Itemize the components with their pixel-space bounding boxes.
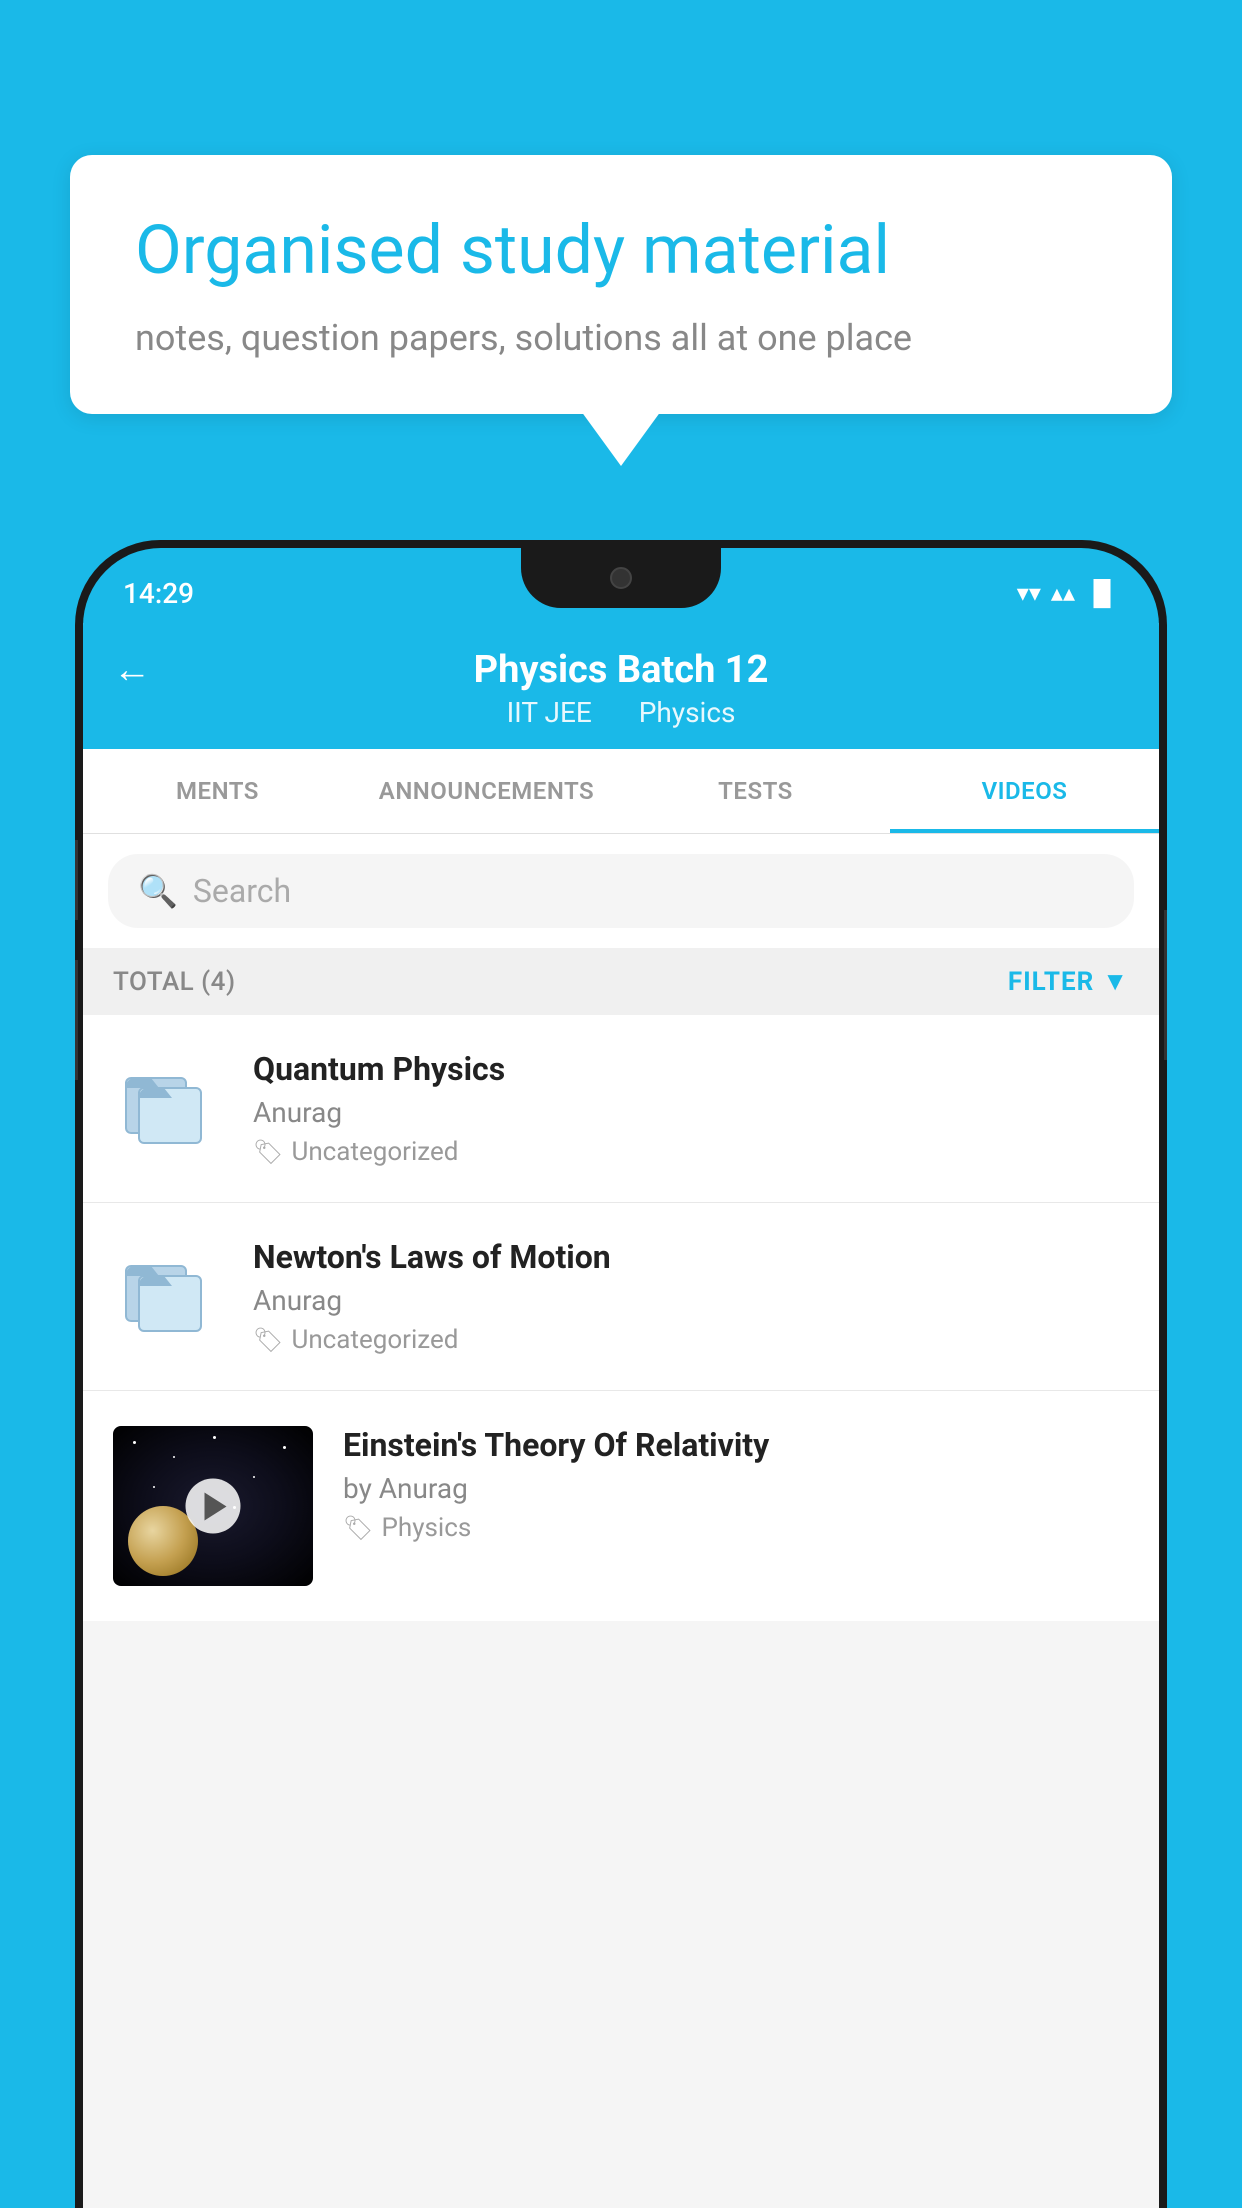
filter-icon: ▼ <box>1102 966 1129 997</box>
tab-videos[interactable]: VIDEOS <box>890 749 1159 833</box>
tag-icon: 🏷 <box>343 1514 373 1542</box>
speech-bubble: Organised study material notes, question… <box>70 155 1172 414</box>
item-author: by Anurag <box>343 1472 1129 1505</box>
list-item[interactable]: Newton's Laws of Motion Anurag 🏷 Uncateg… <box>83 1203 1159 1391</box>
header-subtitle: IIT JEE Physics <box>497 696 746 729</box>
search-icon: 🔍 <box>138 872 178 910</box>
filter-row: TOTAL (4) FILTER ▼ <box>83 948 1159 1015</box>
item-title: Einstein's Theory Of Relativity <box>343 1426 1129 1464</box>
header-title: Physics Batch 12 <box>474 648 769 692</box>
tag-icon: 🏷 <box>253 1138 283 1166</box>
volume-btn-2 <box>75 960 78 1080</box>
speech-bubble-subtitle: notes, question papers, solutions all at… <box>135 317 1107 359</box>
item-info-3: Einstein's Theory Of Relativity by Anura… <box>343 1426 1129 1543</box>
total-count-label: TOTAL (4) <box>113 967 236 997</box>
item-thumbnail-2 <box>113 1238 223 1348</box>
power-btn <box>1164 910 1167 1060</box>
list-item[interactable]: Einstein's Theory Of Relativity by Anura… <box>83 1391 1159 1621</box>
list-item[interactable]: Quantum Physics Anurag 🏷 Uncategorized <box>83 1015 1159 1203</box>
search-placeholder: Search <box>193 872 291 910</box>
item-tag: 🏷 Uncategorized <box>253 1137 1129 1167</box>
item-title: Newton's Laws of Motion <box>253 1238 1129 1276</box>
phone-frame: 14:29 ▾▾ ▴▴ ▐▌ ← Physics Batch 12 IIT JE… <box>75 540 1167 2208</box>
signal-icon: ▴▴ <box>1051 579 1075 607</box>
speech-bubble-container: Organised study material notes, question… <box>70 155 1172 414</box>
item-tag: 🏷 Uncategorized <box>253 1325 1129 1355</box>
filter-button[interactable]: FILTER ▼ <box>1008 966 1129 997</box>
item-info-2: Newton's Laws of Motion Anurag 🏷 Uncateg… <box>253 1238 1129 1355</box>
item-thumbnail-1 <box>113 1050 223 1160</box>
item-author: Anurag <box>253 1284 1129 1317</box>
header-subtitle-iit: IIT JEE <box>507 696 592 729</box>
item-author: Anurag <box>253 1096 1129 1129</box>
tab-announcements[interactable]: ANNOUNCEMENTS <box>352 749 621 833</box>
wifi-icon: ▾▾ <box>1017 579 1041 607</box>
search-bar[interactable]: 🔍 Search <box>108 854 1134 928</box>
screen-content: ← Physics Batch 12 IIT JEE Physics MENTS… <box>83 623 1159 2208</box>
header-subtitle-physics: Physics <box>639 696 736 729</box>
item-thumbnail-3 <box>113 1426 313 1586</box>
tag-icon: 🏷 <box>253 1326 283 1354</box>
tab-ments[interactable]: MENTS <box>83 749 352 833</box>
front-camera <box>610 567 632 589</box>
tab-tests[interactable]: TESTS <box>621 749 890 833</box>
status-icons: ▾▾ ▴▴ ▐▌ <box>1017 579 1119 608</box>
tabs-bar: MENTS ANNOUNCEMENTS TESTS VIDEOS <box>83 749 1159 834</box>
volume-btn-1 <box>75 840 78 920</box>
item-info-1: Quantum Physics Anurag 🏷 Uncategorized <box>253 1050 1129 1167</box>
play-triangle-icon <box>204 1492 226 1520</box>
item-tag: 🏷 Physics <box>343 1513 1129 1543</box>
status-time: 14:29 <box>123 577 194 610</box>
speech-bubble-title: Organised study material <box>135 210 1107 292</box>
video-list: Quantum Physics Anurag 🏷 Uncategorized <box>83 1015 1159 1621</box>
phone-notch <box>521 548 721 608</box>
app-header: ← Physics Batch 12 IIT JEE Physics <box>83 623 1159 749</box>
search-bar-container: 🔍 Search <box>83 834 1159 948</box>
back-button[interactable]: ← <box>113 648 151 692</box>
item-title: Quantum Physics <box>253 1050 1129 1088</box>
play-button[interactable] <box>186 1479 241 1534</box>
phone-inner: 14:29 ▾▾ ▴▴ ▐▌ ← Physics Batch 12 IIT JE… <box>83 548 1159 2208</box>
battery-icon: ▐▌ <box>1085 579 1119 608</box>
